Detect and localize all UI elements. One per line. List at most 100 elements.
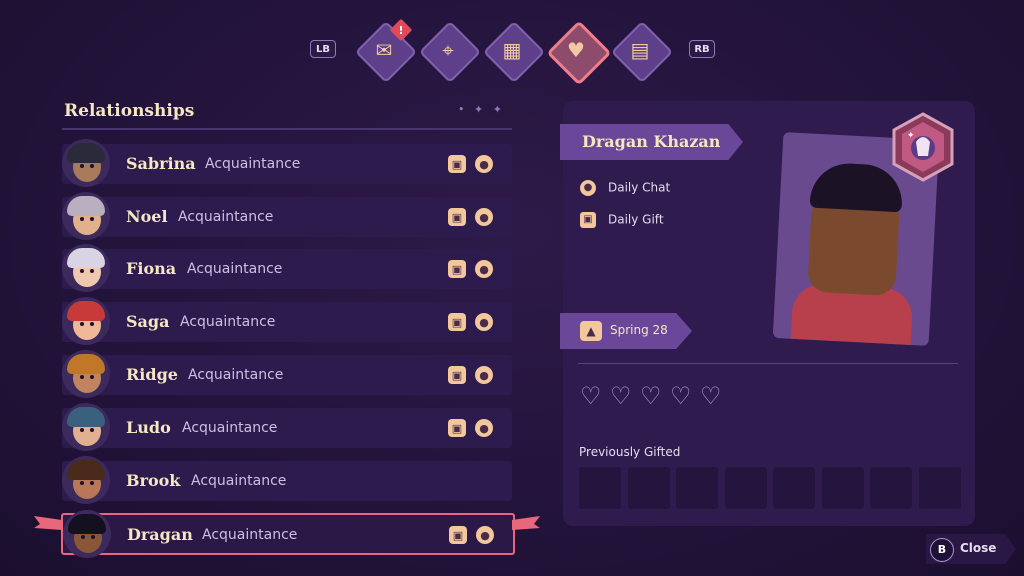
relationship-row-brook[interactable]: Brook Acquaintance	[62, 456, 512, 504]
daily-gift-row: ▣ Daily Gift	[580, 212, 664, 228]
relationship-status: Acquaintance	[187, 261, 283, 277]
avatar	[62, 350, 110, 398]
close-button[interactable]: B Close	[926, 534, 1016, 564]
daily-gift-label: Daily Gift	[608, 212, 664, 227]
close-label: Close	[960, 541, 997, 555]
avatar-hair	[67, 407, 105, 427]
avatar-eye	[90, 428, 94, 432]
chat-bubble-icon: ●	[475, 260, 493, 278]
gift-slot[interactable]	[870, 467, 912, 509]
title-decoration: • ✦ ✦	[458, 103, 505, 116]
gift-icon: ▣	[448, 208, 466, 226]
gift-icon: ▣	[448, 155, 466, 173]
character-name: Saga	[126, 312, 170, 331]
gift-icon: ▣	[449, 526, 467, 544]
relationship-row-dragan[interactable]: Dragan Acquaintance ▣ ●	[61, 510, 515, 558]
relationship-row-ridge[interactable]: Ridge Acquaintance ▣ ●	[62, 350, 512, 398]
avatar-eye	[90, 481, 94, 485]
gift-icon: ▣	[580, 212, 596, 228]
relationship-row-fiona[interactable]: Fiona Acquaintance ▣ ●	[62, 244, 512, 292]
character-name: Fiona	[126, 259, 177, 278]
avatar	[62, 192, 110, 240]
chat-bubble-icon: ●	[475, 366, 493, 384]
relationship-status: Acquaintance	[202, 527, 298, 543]
map-icon: ⌖	[442, 38, 454, 62]
relationship-status: Acquaintance	[205, 156, 301, 172]
relationship-row-noel[interactable]: Noel Acquaintance ▣ ●	[62, 192, 512, 240]
title-divider	[62, 128, 512, 130]
avatar-hair	[67, 460, 105, 480]
avatar-eye	[80, 375, 84, 379]
svg-text:✦: ✦	[907, 131, 915, 141]
avatar-hair	[67, 196, 105, 216]
calendar-icon: ▦	[502, 38, 522, 62]
character-name: Brook	[126, 471, 181, 490]
friendship-heart-icon: ♡	[670, 382, 692, 410]
daily-chat-label: Daily Chat	[608, 180, 671, 195]
gift-slot[interactable]	[918, 467, 961, 509]
avatar-hair	[67, 354, 105, 374]
rb-button[interactable]: RB	[689, 40, 715, 58]
chat-bubble-icon: ●	[476, 526, 494, 544]
character-name: Sabrina	[126, 154, 196, 173]
friendship-heart-icon: ♡	[580, 382, 602, 410]
card-divider	[578, 363, 958, 364]
relationship-row-sabrina[interactable]: Sabrina Acquaintance ▣ ●	[62, 139, 512, 187]
heart-icon: ♥	[567, 38, 585, 62]
gift-icon: ▣	[448, 260, 466, 278]
gift-icon: ▣	[448, 313, 466, 331]
gift-slot[interactable]	[676, 467, 718, 509]
avatar-eye	[90, 375, 94, 379]
gift-icon: ▣	[448, 419, 466, 437]
character-name: Ridge	[126, 365, 178, 384]
cake-icon: ▲	[580, 321, 602, 341]
tab-map[interactable]: ⌖	[418, 20, 482, 84]
tab-quest-scroll[interactable]: ✉!	[354, 18, 418, 84]
book-icon: ▤	[630, 38, 650, 62]
avatar-eye	[80, 428, 84, 432]
gift-icon: ▣	[448, 366, 466, 384]
gift-slot[interactable]	[724, 467, 767, 509]
top-nav: LB ✉! ⌖ ▦ ♥ ▤ RB	[0, 18, 1024, 86]
character-name: Ludo	[126, 418, 171, 437]
relationship-status: Acquaintance	[191, 473, 287, 489]
selection-wing-left-icon	[34, 516, 62, 530]
relationship-row-saga[interactable]: Saga Acquaintance ▣ ●	[62, 297, 512, 345]
b-button-icon: B	[930, 538, 954, 562]
chat-bubble-icon: ●	[475, 419, 493, 437]
lb-button[interactable]: LB	[310, 40, 336, 58]
faction-emblem-icon: ✦	[892, 112, 954, 182]
tab-book[interactable]: ▤	[610, 20, 674, 84]
avatar-hair	[67, 248, 105, 268]
previously-gifted-label: Previously Gifted	[579, 445, 681, 459]
gift-slot[interactable]	[579, 467, 621, 509]
tab-calendar[interactable]: ▦	[482, 20, 546, 84]
avatar-eye	[90, 322, 94, 326]
chat-bubble-icon: ●	[475, 155, 493, 173]
relationships-title: Relationships	[64, 101, 195, 121]
relationship-status: Acquaintance	[178, 209, 274, 225]
selection-wing-right-icon	[512, 516, 540, 530]
character-name: Noel	[126, 207, 168, 226]
avatar-eye	[90, 164, 94, 168]
avatar	[62, 244, 110, 292]
relationship-row-ludo[interactable]: Ludo Acquaintance ▣ ●	[62, 403, 512, 451]
gift-slot[interactable]	[773, 467, 815, 509]
character-name-banner: Dragan Khazan	[560, 124, 743, 160]
tab-heart[interactable]: ♥	[546, 20, 612, 86]
chat-bubble-icon: ●	[475, 208, 493, 226]
avatar-hair	[68, 514, 106, 534]
avatar	[62, 139, 110, 187]
avatar-eye	[80, 269, 84, 273]
daily-chat-row: ● Daily Chat	[580, 180, 670, 196]
avatar	[62, 456, 110, 504]
character-name: Dragan	[127, 525, 193, 544]
gift-slot[interactable]	[627, 467, 670, 509]
avatar-eye	[80, 164, 84, 168]
birthday-label: Spring 28	[610, 323, 668, 337]
avatar	[62, 297, 110, 345]
gift-slot[interactable]	[821, 467, 864, 509]
birthday-banner: ▲ Spring 28	[560, 313, 692, 349]
avatar-eye	[80, 481, 84, 485]
avatar-eye	[90, 217, 94, 221]
